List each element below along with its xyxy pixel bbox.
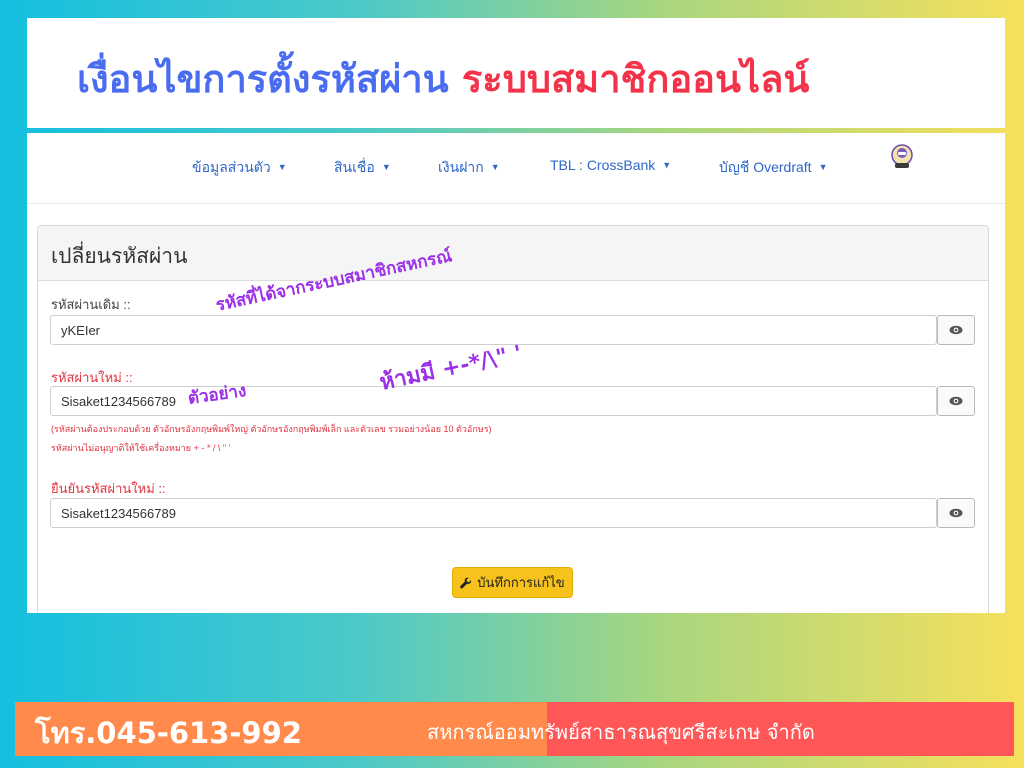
nav-deposits[interactable]: เงินฝาก ▼	[438, 157, 500, 179]
caret-down-icon: ▼	[818, 162, 828, 172]
toggle-old-password-button[interactable]	[937, 315, 975, 345]
toggle-confirm-password-button[interactable]	[937, 498, 975, 528]
nav-deposits-label: เงินฝาก	[438, 159, 484, 175]
nav-loans-label: สินเชื่อ	[334, 159, 375, 175]
title-banner: เงื่อนไขการตั้งรหัสผ่าน ระบบสมาชิกออนไลน…	[27, 18, 1005, 128]
new-password-input[interactable]: Sisaket1234566789	[50, 386, 937, 416]
caret-down-icon: ▼	[277, 162, 287, 172]
app-screenshot: ข้อมูลส่วนตัว ▼ สินเชื่อ ▼ เงินฝาก ▼ TBL : …	[27, 133, 1005, 613]
nav-personal-info-label: ข้อมูลส่วนตัว	[192, 159, 271, 175]
nav-personal-info[interactable]: ข้อมูลส่วนตัว ▼	[192, 157, 287, 179]
change-password-panel: เปลี่ยนรหัสผ่าน รหัสผ่านเดิม :: yKEIer ร…	[37, 225, 989, 613]
caret-down-icon: ▼	[381, 162, 391, 172]
nav-crossbank-label: TBL : CrossBank	[550, 157, 656, 173]
password-rule-text: (รหัสผ่านต้องประกอบด้วย ตัวอักษรอังกฤษพิ…	[51, 424, 492, 434]
caret-down-icon: ▼	[490, 162, 500, 172]
footer-coop-name: สหกรณ์ออมทรัพย์สาธารณสุขศรีสะเกษ จำกัด	[427, 720, 815, 744]
confirm-password-input[interactable]: Sisaket1234566789	[50, 498, 937, 528]
wrench-icon	[460, 577, 472, 588]
save-changes-label: บันทึกการแก้ไข	[477, 575, 565, 590]
footer-phone: โทร.045-613-992	[35, 716, 302, 750]
new-password-label: รหัสผ่านใหม่ ::	[51, 370, 133, 385]
banner-title: เงื่อนไขการตั้งรหัสผ่าน ระบบสมาชิกออนไลน…	[77, 48, 809, 109]
eye-icon	[949, 325, 963, 335]
nav-crossbank[interactable]: TBL : CrossBank ▼	[550, 157, 671, 173]
save-changes-button[interactable]: บันทึกการแก้ไข	[452, 567, 573, 598]
nav-overdraft[interactable]: บัญชี Overdraft ▼	[719, 157, 827, 179]
panel-title: เปลี่ยนรหัสผ่าน	[51, 245, 188, 268]
toggle-new-password-button[interactable]	[937, 386, 975, 416]
panel-header: เปลี่ยนรหัสผ่าน	[38, 226, 988, 281]
top-navbar: ข้อมูลส่วนตัว ▼ สินเชื่อ ▼ เงินฝาก ▼ TBL : …	[27, 133, 1005, 204]
banner-title-part1: เงื่อนไขการตั้งรหัสผ่าน	[77, 57, 449, 101]
nav-overdraft-label: บัญชี Overdraft	[719, 159, 812, 175]
password-forbidden-chars-text: รหัสผ่านไม่อนุญาติให้ใช้เครื่องหมาย + - …	[51, 443, 231, 453]
eye-icon	[949, 508, 963, 518]
banner-title-part2: ระบบสมาชิกออนไลน์	[461, 57, 810, 101]
eye-icon	[949, 396, 963, 406]
old-password-label: รหัสผ่านเดิม ::	[51, 297, 131, 312]
caret-down-icon: ▼	[662, 160, 672, 170]
confirm-password-label: ยืนยันรหัสผ่านใหม่ ::	[51, 481, 166, 496]
footer-bar: โทร.045-613-992 สหกรณ์ออมทรัพย์สาธารณสุข…	[15, 702, 1014, 756]
user-avatar-icon[interactable]	[889, 144, 915, 170]
nav-loans[interactable]: สินเชื่อ ▼	[334, 157, 391, 179]
